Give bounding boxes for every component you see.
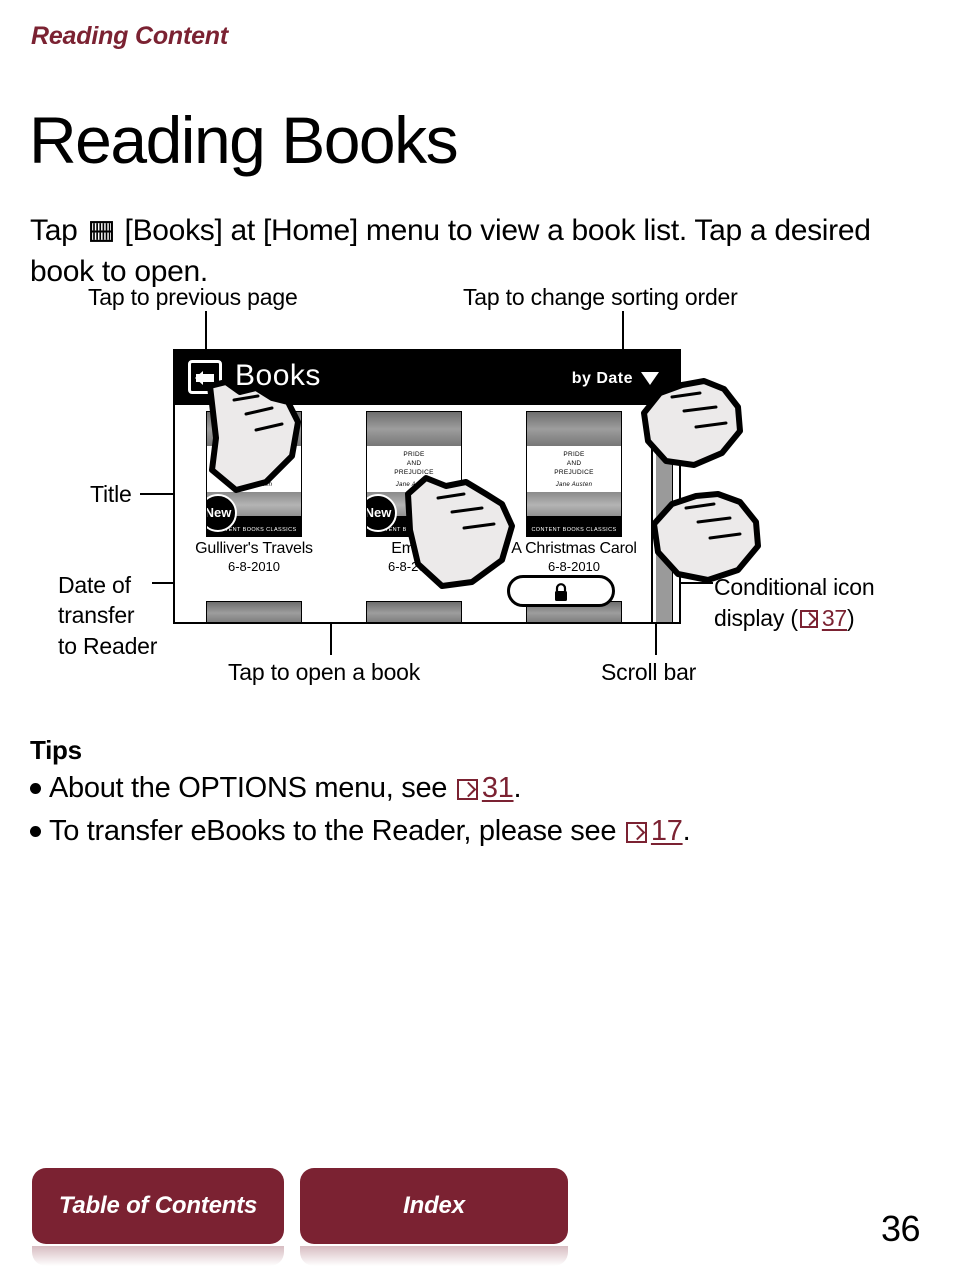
book-cover[interactable]: PRIDE [206,601,302,622]
cover-top-band [367,412,461,446]
page-reference-number[interactable]: 37 [822,605,847,631]
callout-conditional-prefix: display ( [714,605,798,632]
callout-date-line2: transfer [58,602,135,629]
callout-conditional-line2: display ( 37) [714,605,855,631]
button-reflection [32,1246,284,1266]
section-label: Reading Content [31,22,228,50]
index-button[interactable]: Index [300,1168,568,1266]
book-cover[interactable]: PRIDE [366,601,462,622]
pointing-hand-icon [651,491,761,583]
pointing-hand-icon [207,379,301,493]
cover-lower-band [527,492,621,518]
callout-date-line1: Date of [58,572,131,598]
cover-top-band [527,412,621,446]
index-label: Index [403,1192,465,1219]
tip-text-after: . [513,772,522,804]
book-title: Gulliver's Travels [195,540,313,557]
page-title: Reading Books [29,103,459,178]
tip-text-before: To transfer eBooks to the Reader, please… [49,815,624,848]
book-date: 6-8-2010 [227,559,281,574]
pointing-hand-icon [405,475,515,589]
page-reference-number[interactable]: 17 [651,815,683,847]
bookshelf-icon [89,214,114,242]
tip-text-after: . [682,815,691,848]
sort-order-label[interactable]: by Date [572,370,633,388]
callout-date-line3: to Reader [58,632,158,659]
tip-item: About the OPTIONS menu, see 31. [30,768,920,809]
book-cover[interactable]: PRIDEANDPREJUDICE Jane Austen CONTENT BO… [526,411,622,537]
cover-publisher-band: CONTENT BOOKS CLASSICS [527,516,621,536]
tip-text-before: About the OPTIONS menu, see [49,772,455,804]
leader-previous-page [205,311,207,351]
lock-icon [554,583,569,602]
cover-author: Jane Austen [555,482,593,489]
page-reference-icon[interactable] [625,822,647,844]
button-reflection [300,1246,568,1266]
page-number: 36 [880,1208,921,1249]
pointing-hand-icon [641,378,743,468]
table-of-contents-button[interactable]: Table of Contents [32,1168,284,1266]
page-reference-icon[interactable] [456,779,478,800]
table-of-contents-label: Table of Contents [58,1192,258,1219]
cover-top-band [207,602,301,622]
bullet-icon [30,826,41,838]
callout-conditional-suffix: ) [847,605,855,632]
cover-title-area: PRIDEANDPREJUDICE Jane Austen [527,446,621,492]
figure-book-list: Tap to previous page Tap to change sorti… [0,275,954,705]
callout-sorting-order: Tap to change sorting order [463,284,738,310]
page-reference-number[interactable]: 31 [482,772,514,804]
cover-top-band [367,602,461,622]
callout-title: Title [90,481,132,507]
intro-text-before: Tap [30,214,86,247]
tips-heading: Tips [30,735,82,765]
callout-scroll-bar: Scroll bar [601,659,697,685]
page-reference-icon[interactable] [799,610,818,629]
tips-section: Tips About the OPTIONS menu, see 31. To … [30,735,920,853]
tip-item: To transfer eBooks to the Reader, please… [30,811,920,852]
callout-previous-page: Tap to previous page [88,284,298,310]
callout-open-book: Tap to open a book [228,659,421,685]
bullet-icon [30,783,41,794]
